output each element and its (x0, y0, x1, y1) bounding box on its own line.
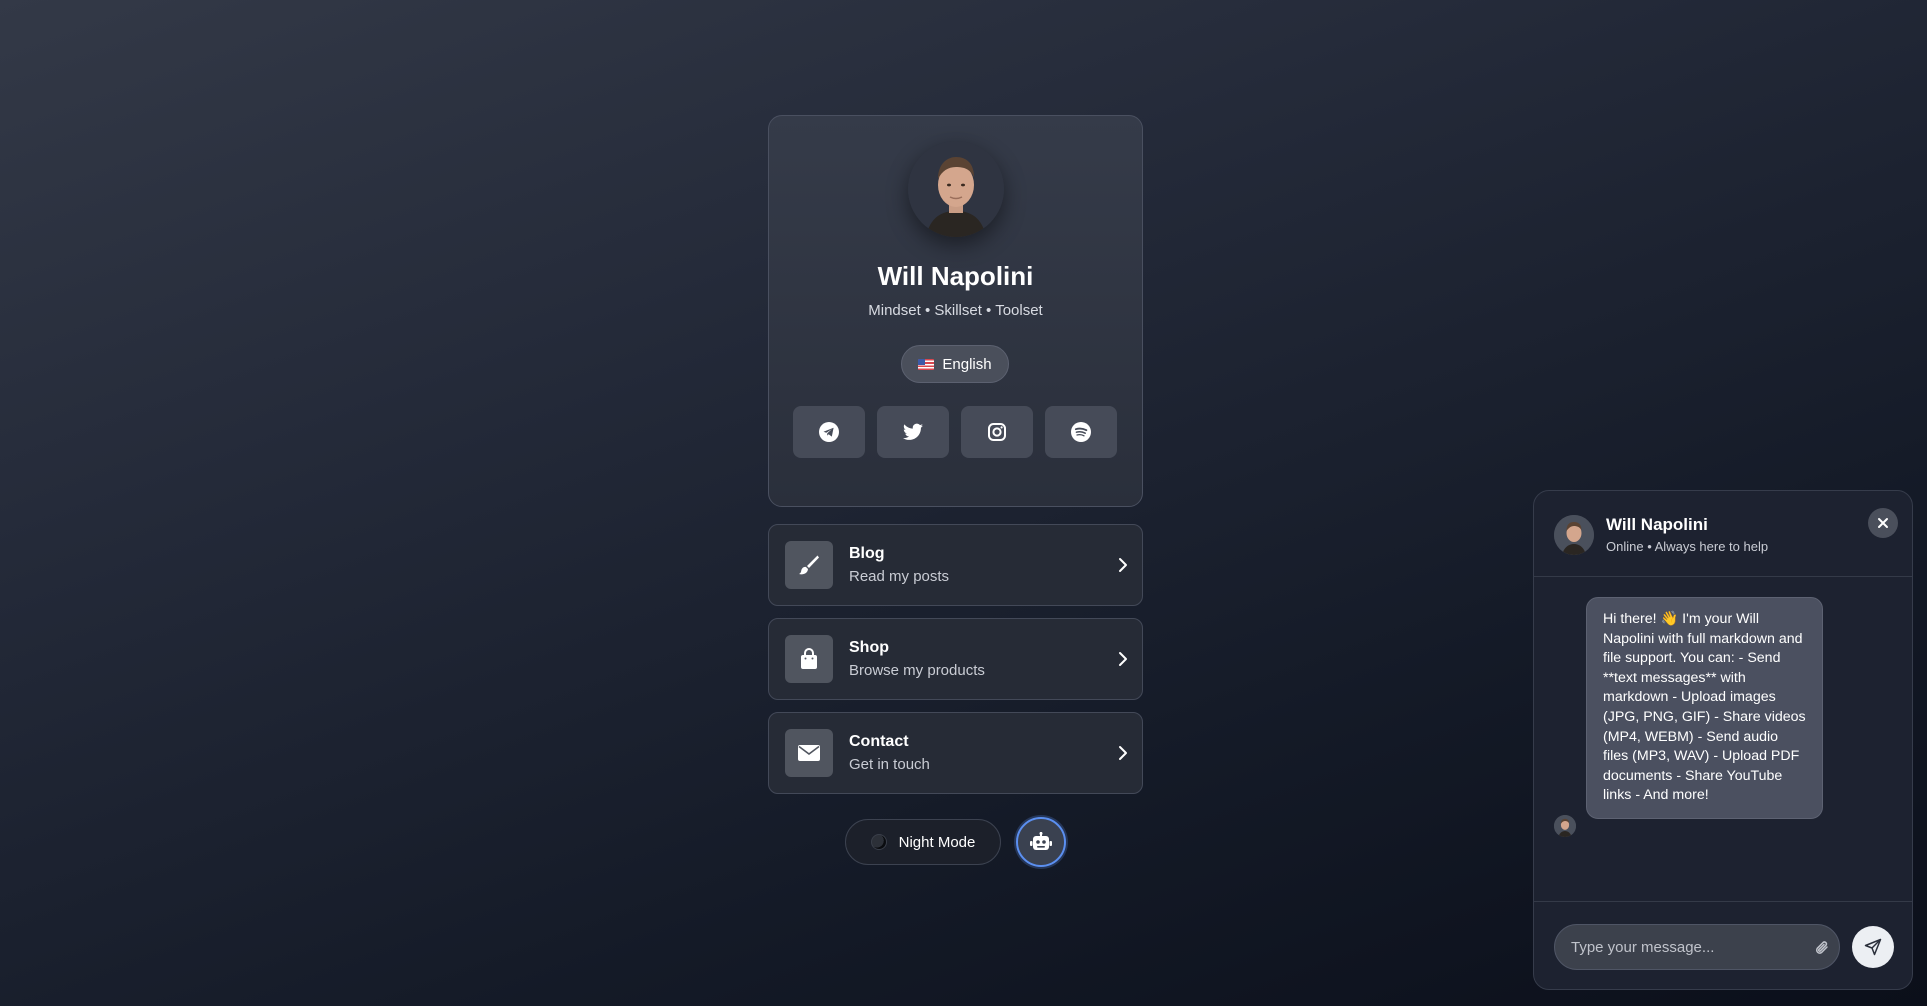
twitter-icon (903, 423, 923, 440)
language-label: English (942, 355, 992, 373)
chat-message-input[interactable] (1554, 924, 1840, 970)
attach-file-button[interactable] (1812, 938, 1832, 958)
contact-icon-tile (785, 729, 833, 777)
message-avatar-portrait (1554, 815, 1576, 837)
chat-close-button[interactable] (1868, 508, 1898, 538)
robot-icon (1030, 832, 1052, 850)
telegram-icon (819, 422, 839, 442)
envelope-icon (798, 745, 820, 761)
send-message-button[interactable] (1852, 926, 1894, 968)
blog-link-card[interactable]: Blog Read my posts (768, 524, 1143, 606)
contact-link-card[interactable]: Contact Get in touch (768, 712, 1143, 794)
chat-avatar-portrait (1554, 515, 1594, 555)
avatar (908, 141, 1004, 237)
link-subtitle: Read my posts (849, 568, 950, 585)
chat-message-bubble: Hi there! 👋 I'm your Will Napolini with … (1586, 597, 1823, 819)
shop-link-card[interactable]: Shop Browse my products (768, 618, 1143, 700)
link-subtitle: Browse my products (849, 662, 985, 679)
close-icon (1878, 518, 1888, 528)
profile-card: Will Napolini Mindset • Skillset • Tools… (768, 115, 1143, 507)
profile-tagline: Mindset • Skillset • Toolset (868, 302, 1043, 319)
chatbot-toggle-button[interactable] (1016, 817, 1066, 867)
chat-avatar (1554, 515, 1594, 555)
message-avatar (1554, 815, 1576, 837)
twitter-button[interactable] (877, 406, 949, 458)
send-icon (1864, 938, 1882, 956)
telegram-button[interactable] (793, 406, 865, 458)
spotify-icon (1071, 422, 1091, 442)
shop-icon-tile (785, 635, 833, 683)
link-title: Contact (849, 733, 909, 750)
chat-status: Online • Always here to help (1606, 539, 1769, 554)
link-title: Blog (849, 545, 885, 562)
blog-icon-tile (785, 541, 833, 589)
link-title: Shop (849, 639, 889, 656)
chevron-right-icon (1119, 652, 1127, 666)
avatar-portrait (908, 141, 1004, 237)
chat-panel: Will Napolini Online • Always here to he… (1533, 490, 1913, 990)
instagram-button[interactable] (961, 406, 1033, 458)
language-selector-button[interactable]: English (901, 345, 1009, 383)
night-mode-toggle[interactable]: Night Mode (845, 819, 1001, 865)
chevron-right-icon (1119, 746, 1127, 760)
moon-icon (870, 834, 887, 850)
social-links (793, 406, 1117, 458)
chevron-right-icon (1119, 558, 1127, 572)
paperclip-icon (1815, 941, 1828, 954)
chat-footer (1534, 901, 1912, 989)
chat-contact-name: Will Napolini (1606, 515, 1708, 534)
spotify-button[interactable] (1045, 406, 1117, 458)
brush-icon (799, 555, 819, 575)
us-flag-icon (918, 358, 935, 370)
link-subtitle: Get in touch (849, 756, 930, 773)
shopping-bag-icon (801, 648, 817, 669)
profile-name: Will Napolini (877, 261, 1034, 291)
instagram-icon (988, 423, 1006, 441)
night-mode-label: Night Mode (898, 833, 976, 851)
chat-header: Will Napolini Online • Always here to he… (1534, 491, 1912, 577)
